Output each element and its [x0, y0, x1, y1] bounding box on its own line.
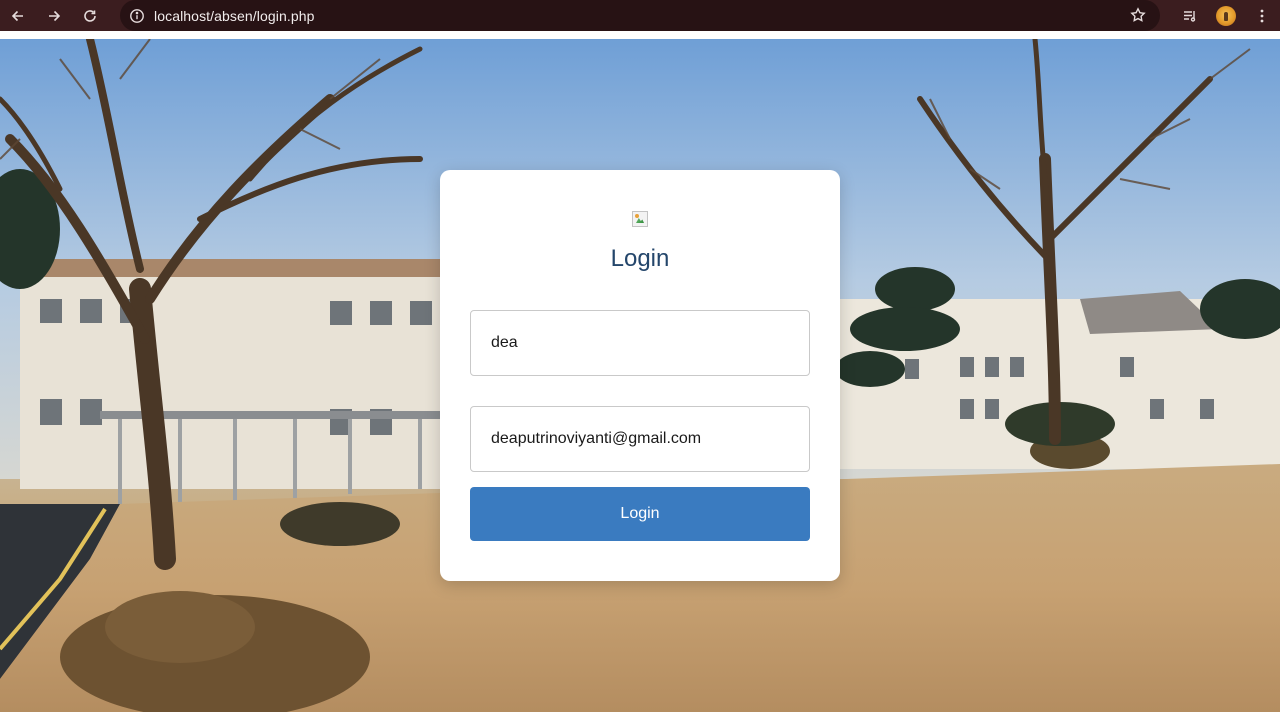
media-button[interactable]	[1172, 0, 1208, 31]
menu-button[interactable]	[1244, 0, 1280, 31]
info-icon	[130, 8, 144, 23]
reload-icon	[84, 9, 96, 22]
toolbar-divider	[0, 31, 1280, 39]
site-info-button[interactable]	[120, 0, 154, 31]
kebab-menu-icon	[1260, 9, 1264, 22]
address-bar[interactable]: localhost/absen/login.php	[120, 0, 1160, 31]
toolbar-right	[1172, 0, 1280, 31]
arrow-right-icon	[49, 10, 61, 21]
profile-button[interactable]	[1208, 0, 1244, 31]
media-queue-icon	[1184, 10, 1196, 22]
broken-logo-image	[632, 211, 648, 227]
browser-toolbar: localhost/absen/login.php	[0, 0, 1280, 31]
login-button[interactable]: Login	[470, 487, 810, 541]
forward-button[interactable]	[36, 0, 72, 31]
star-icon[interactable]	[1130, 7, 1146, 23]
login-title: Login	[610, 245, 670, 272]
reload-button[interactable]	[72, 0, 108, 31]
url-text[interactable]: localhost/absen/login.php	[154, 8, 315, 24]
username-input[interactable]	[470, 310, 810, 376]
back-button[interactable]	[0, 0, 36, 31]
login-card: Login Login	[440, 170, 840, 581]
arrow-left-icon	[11, 10, 23, 21]
email-input[interactable]	[470, 406, 810, 472]
avatar	[1216, 5, 1236, 26]
